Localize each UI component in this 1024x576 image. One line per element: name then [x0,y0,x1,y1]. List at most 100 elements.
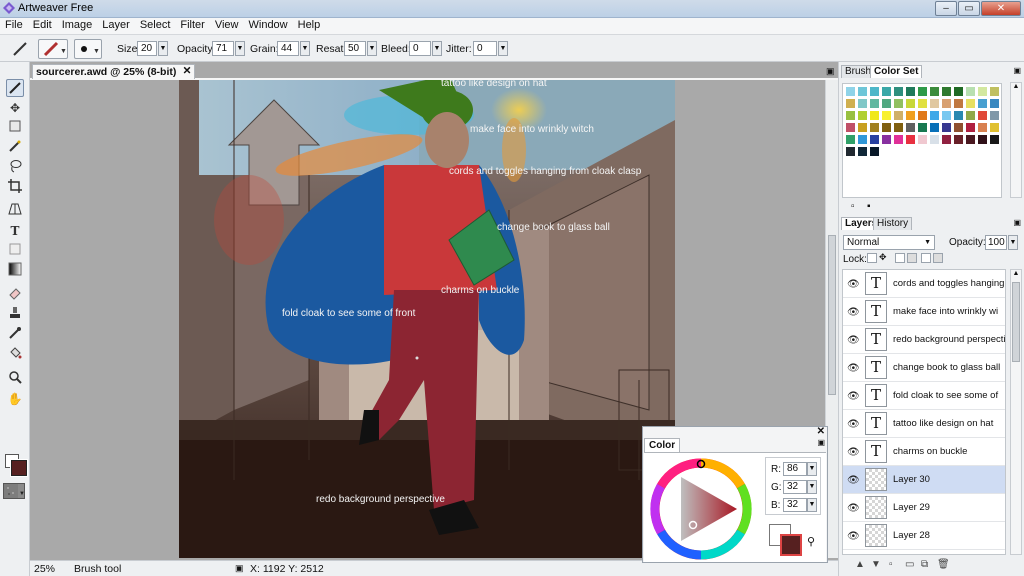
color-swatch[interactable] [941,110,952,121]
color-swatch[interactable] [989,122,1000,133]
clone-stamp-tool-icon[interactable] [6,306,24,324]
magic-wand-tool-icon[interactable] [6,139,24,157]
color-swatch[interactable] [845,146,856,157]
color-swatch[interactable] [881,134,892,145]
brush-tool-icon[interactable] [6,79,24,97]
color-swatch[interactable] [977,110,988,121]
b-input[interactable]: 32 [783,498,807,512]
scrollbar-thumb[interactable] [828,235,836,395]
color-swatch[interactable] [965,122,976,133]
brush-tip-button[interactable]: ▼ [74,39,102,59]
opacity-input[interactable]: 71 [212,41,234,56]
color-swatch[interactable] [989,134,1000,145]
color-swatch[interactable] [857,122,868,133]
b-dropdown[interactable]: ▼ [807,498,817,512]
layer-row[interactable]: 👁 Ttattoo like design on hat [843,410,1005,438]
swatch-scrollbar[interactable]: ▲ [1010,82,1022,198]
color-swatch[interactable] [953,134,964,145]
layer-row[interactable]: 👁 Tcords and toggles hanging [843,270,1005,298]
g-dropdown[interactable]: ▼ [807,480,817,494]
lock-position-checkbox[interactable] [921,253,931,263]
menu-view[interactable]: View [210,18,244,31]
eye-icon[interactable]: 👁 [847,419,860,430]
color-swatch[interactable] [929,134,940,145]
color-swatch[interactable] [917,110,928,121]
color-swatch[interactable] [941,98,952,109]
new-swatch-icon[interactable]: ▫ [851,201,855,212]
paint-bucket-tool-icon[interactable] [6,346,24,364]
color-swatch[interactable] [965,134,976,145]
color-swatch[interactable] [917,134,928,145]
color-panel-close-icon[interactable]: ✕ [817,426,825,437]
color-swatch[interactable] [869,110,880,121]
swatch-panel-menu-icon[interactable]: ▣ [1013,66,1021,75]
menu-filter[interactable]: Filter [175,18,209,31]
jitter-dropdown[interactable]: ▼ [498,41,508,56]
color-panel-tab[interactable]: Color [644,438,681,452]
zoom-tool-icon[interactable] [6,370,24,388]
stamp-icon[interactable]: ⚲ [807,535,815,548]
paper-texture-button[interactable]: ▼ [3,483,25,499]
color-swatch[interactable] [857,134,868,145]
color-swatch[interactable] [857,98,868,109]
layer-row[interactable]: 👁 Tfold cloak to see some of [843,382,1005,410]
color-swatch[interactable] [965,86,976,97]
layer-row[interactable]: 👁 Tmake face into wrinkly wi [843,298,1005,326]
bleed-input[interactable]: 0 [409,41,431,56]
color-swatch[interactable] [857,86,868,97]
marquee-tool-icon[interactable] [6,119,24,137]
color-swatch[interactable] [905,110,916,121]
menu-edit[interactable]: Edit [28,18,57,31]
layers-panel-menu-icon[interactable]: ▣ [1013,218,1021,227]
bleed-dropdown[interactable]: ▼ [432,41,442,56]
eye-icon[interactable]: 👁 [847,279,860,290]
document-panel-menu-icon[interactable]: ▣ [826,66,835,77]
color-swatch[interactable] [965,98,976,109]
color-swatch[interactable] [929,110,940,121]
color-swatch[interactable] [953,110,964,121]
eye-icon[interactable]: 👁 [847,503,860,514]
size-input[interactable]: 20 [137,41,157,56]
foreground-color-swatch[interactable] [10,459,28,477]
eye-icon[interactable]: 👁 [847,335,860,346]
color-swatch[interactable] [977,98,988,109]
color-swatch[interactable] [917,98,928,109]
resat-input[interactable]: 50 [344,41,366,56]
brush-preset-icon[interactable] [12,42,28,56]
color-swatch[interactable] [893,98,904,109]
layer-row[interactable]: 👁 Layer 29 [843,494,1005,522]
color-swatch[interactable] [905,98,916,109]
maximize-button[interactable]: ▭ [958,1,980,16]
layer-row[interactable]: 👁 Layer 28 [843,522,1005,550]
r-input[interactable]: 86 [783,462,807,476]
color-swatch[interactable] [869,122,880,133]
menu-help[interactable]: Help [293,18,326,31]
menu-select[interactable]: Select [135,18,176,31]
tab-history[interactable]: History [873,217,913,230]
color-swatch[interactable] [845,110,856,121]
color-swatch[interactable] [881,122,892,133]
grain-input[interactable]: 44 [277,41,299,56]
scroll-up-icon[interactable]: ▲ [1011,270,1021,277]
color-swatch[interactable] [845,122,856,133]
color-swatch[interactable] [965,110,976,121]
status-zoom[interactable]: 25% [34,563,55,575]
color-swatch[interactable] [989,86,1000,97]
eye-icon[interactable]: 👁 [847,447,860,458]
color-swatch[interactable] [953,98,964,109]
navigator-icon[interactable]: ▣ [235,563,244,574]
color-swatch[interactable] [941,134,952,145]
lasso-tool-icon[interactable] [6,159,24,177]
r-dropdown[interactable]: ▼ [807,462,817,476]
text-tool-icon[interactable]: T [6,222,24,240]
color-swatch[interactable] [977,86,988,97]
color-panel-menu-icon[interactable]: ▣ [817,438,825,447]
eye-icon[interactable]: 👁 [847,475,860,486]
eye-icon[interactable]: 👁 [847,307,860,318]
grain-dropdown[interactable]: ▼ [300,41,310,56]
color-swatch[interactable] [929,86,940,97]
layer-row-selected[interactable]: 👁 Layer 30 [843,466,1005,494]
layer-row[interactable]: 👁 Tchange book to glass ball [843,354,1005,382]
color-swatch[interactable] [941,122,952,133]
color-swatch[interactable] [881,110,892,121]
